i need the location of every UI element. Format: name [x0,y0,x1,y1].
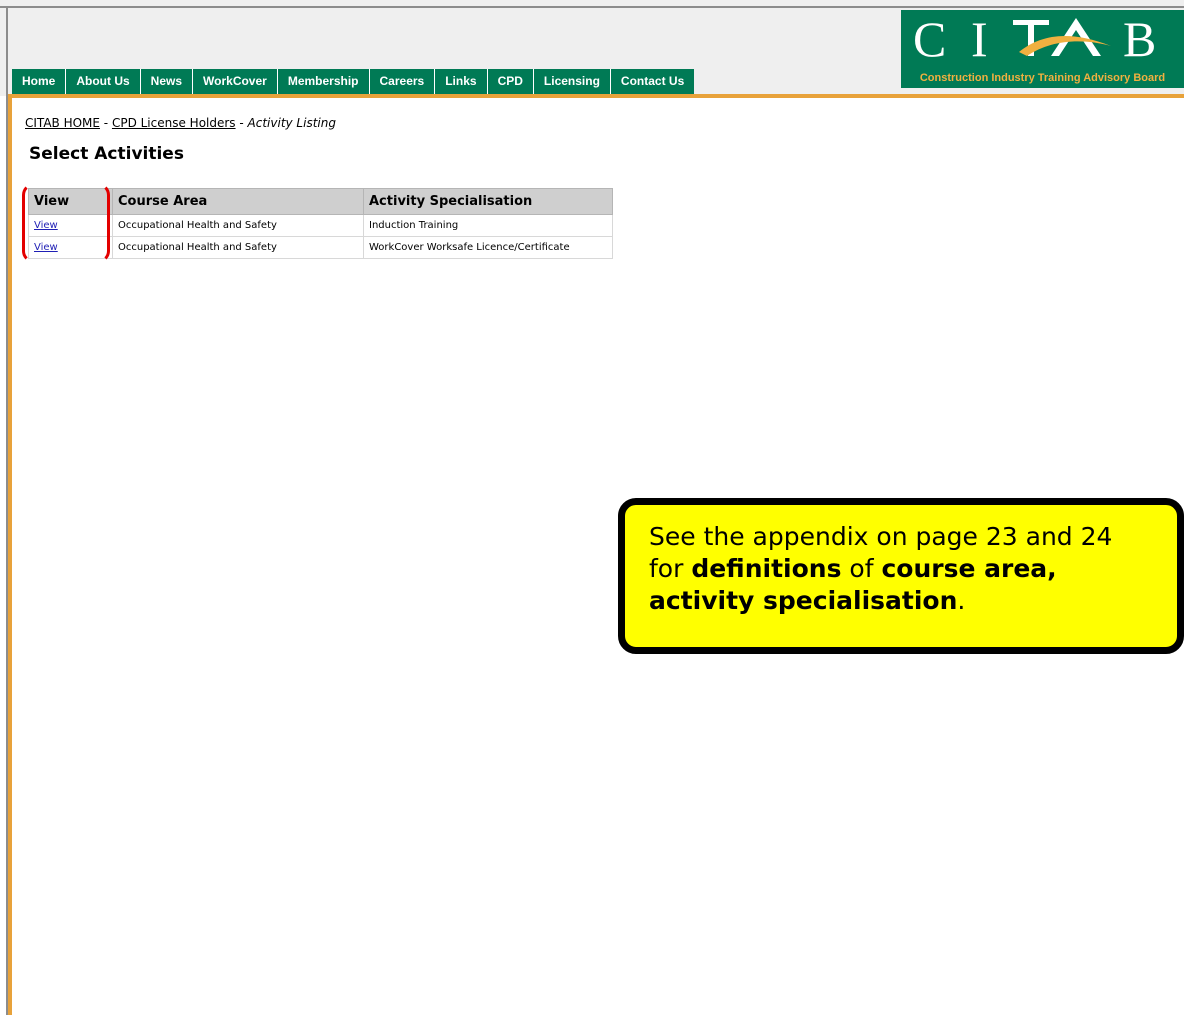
breadcrumb: CITAB HOME - CPD License Holders - Activ… [25,116,336,130]
breadcrumb-cpd-link[interactable]: CPD License Holders [112,116,236,130]
nav-item-careers[interactable]: Careers [369,69,436,94]
table-row: View Occupational Health and Safety Work… [28,236,613,259]
table-header-row: View Course Area Activity Specialisation [28,188,613,215]
logo-letter-c: C [913,12,946,64]
nav-item-home[interactable]: Home [12,69,67,94]
main-nav: Home About Us News WorkCover Membership … [12,69,695,94]
nav-item-about-us[interactable]: About Us [66,69,141,94]
appendix-callout: See the appendix on page 23 and 24 for d… [618,498,1184,654]
breadcrumb-separator: - [235,116,248,130]
citab-logo-mark: C I B [913,12,1156,64]
table-row: View Occupational Health and Safety Indu… [28,214,613,237]
logo-letter-i: I [971,12,988,64]
page-title: Select Activities [29,144,184,164]
callout-text: of [841,554,882,583]
column-header-activity-specialisation: Activity Specialisation [363,188,613,215]
window-top-border [0,6,1184,8]
course-area-cell: Occupational Health and Safety [112,236,364,259]
nav-item-licensing[interactable]: Licensing [533,69,611,94]
column-header-course-area: Course Area [112,188,364,215]
activities-table: View Course Area Activity Specialisation… [28,188,613,259]
header-divider [8,94,1184,98]
logo-letter-b: B [1123,12,1156,64]
callout-text: . [957,586,966,615]
nav-item-news[interactable]: News [140,69,194,94]
course-area-cell: Occupational Health and Safety [112,214,364,237]
breadcrumb-current: Activity Listing [247,116,336,130]
content-left-border [8,96,12,1015]
breadcrumb-home-link[interactable]: CITAB HOME [25,116,100,130]
logo-subtitle: Construction Industry Training Advisory … [919,72,1166,84]
view-column-highlight [22,183,110,263]
nav-item-links[interactable]: Links [435,69,488,94]
specialisation-cell: WorkCover Worksafe Licence/Certificate [363,236,613,259]
nav-item-contact-us[interactable]: Contact Us [610,69,695,94]
callout-bold-text: definitions [691,554,842,583]
nav-item-membership[interactable]: Membership [277,69,370,94]
nav-item-cpd[interactable]: CPD [487,69,534,94]
nav-item-workcover[interactable]: WorkCover [193,69,278,94]
specialisation-cell: Induction Training [363,214,613,237]
breadcrumb-separator: - [99,116,112,130]
citab-logo[interactable]: C I B Construction Industry Training Adv… [901,10,1184,88]
